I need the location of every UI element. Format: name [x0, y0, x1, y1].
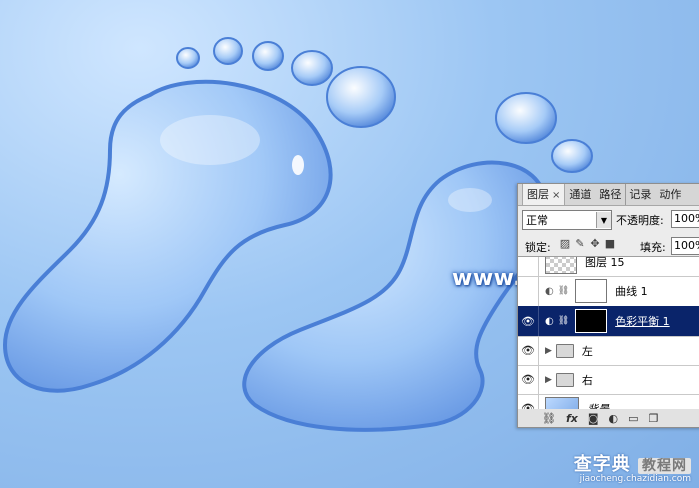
tab-actions[interactable]: 动作	[655, 184, 685, 205]
lock-transparency-icon[interactable]: ▨	[559, 237, 571, 250]
panel-bottom-toolbar: ⛓ fx ◙ ◐ ▭ ❐	[518, 409, 699, 427]
link-layers-icon[interactable]: ⛓	[542, 412, 556, 425]
fill-input[interactable]: 100%	[671, 237, 699, 255]
layer-thumbnail	[545, 257, 577, 274]
layer-row-colorbalance[interactable]: 👁 ◐ ⛓ 色彩平衡 1	[518, 306, 699, 337]
visibility-toggle[interactable]	[518, 257, 539, 276]
tab-layers[interactable]: 图层 ×	[522, 184, 566, 205]
layer-name: 色彩平衡 1	[615, 315, 670, 328]
site-tag: 教程网	[638, 458, 691, 474]
folder-icon	[555, 372, 574, 387]
visibility-toggle[interactable]: 👁	[518, 336, 539, 365]
tab-history[interactable]: 记录	[625, 184, 655, 205]
opacity-label: 不透明度:	[616, 214, 664, 227]
layer-row-image15[interactable]: 图层 15	[518, 256, 699, 277]
add-mask-icon[interactable]: ◙	[588, 412, 599, 425]
eye-icon: 👁	[521, 344, 535, 357]
new-adjustment-icon[interactable]: ◐	[609, 412, 619, 425]
new-layer-icon[interactable]: ❐	[649, 412, 659, 425]
layer-row-group-left[interactable]: 👁 ▶ 左	[518, 336, 699, 366]
opacity-input[interactable]: 100%	[671, 210, 699, 228]
folder-icon	[555, 343, 574, 358]
eye-icon: 👁	[521, 314, 535, 328]
lock-move-icon[interactable]: ✥	[589, 237, 601, 250]
close-icon[interactable]: ×	[552, 190, 560, 201]
layer-name: 左	[581, 344, 593, 358]
site-stamp: 查字典 教程网 jiaocheng.chazidian.com	[574, 450, 691, 484]
link-icon: ⛓	[557, 316, 570, 326]
layer-name: 曲线 1	[615, 285, 648, 298]
visibility-toggle[interactable]: 👁	[518, 306, 539, 336]
site-url: jiaocheng.chazidian.com	[579, 474, 691, 484]
tab-layers-label: 图层	[527, 188, 549, 201]
adjustment-icon: ◐	[545, 285, 554, 297]
tab-channels[interactable]: 通道	[565, 184, 595, 205]
visibility-toggle[interactable]	[518, 276, 539, 306]
link-icon: ⛓	[557, 286, 570, 296]
adjustment-icon: ◐	[545, 315, 554, 327]
layer-row-curves[interactable]: ◐ ⛓ 曲线 1	[518, 276, 699, 307]
layers-panel: 图层× 通道 路径 记录 动作 正常 ▼ 不透明度: 100% 锁定: ▨ ✎ …	[517, 183, 699, 428]
lock-paint-icon[interactable]: ✎	[574, 237, 586, 250]
fill-label: 填充:	[640, 241, 666, 254]
new-group-icon[interactable]: ▭	[628, 412, 638, 425]
lock-label: 锁定:	[525, 241, 551, 254]
expand-triangle-icon[interactable]: ▶	[545, 346, 552, 356]
layer-row-background[interactable]: 👁 背景	[518, 394, 699, 409]
lock-all-icon[interactable]: ■	[604, 237, 616, 250]
expand-triangle-icon[interactable]: ▶	[545, 375, 552, 385]
mask-thumbnail	[575, 279, 608, 303]
visibility-toggle[interactable]: 👁	[518, 365, 539, 394]
chevron-down-icon[interactable]: ▼	[596, 212, 611, 228]
eye-icon: 👁	[521, 373, 535, 386]
layer-name: 图层 15	[585, 256, 625, 269]
blend-mode-select[interactable]: 正常 ▼	[522, 210, 612, 230]
layers-list: 图层 15 ◐ ⛓ 曲线 1 👁 ◐ ⛓ 色彩平衡 1 👁 ▶ 左 👁 ▶ 右	[518, 256, 699, 410]
visibility-toggle[interactable]: 👁	[518, 394, 539, 409]
site-name: 查字典	[573, 454, 631, 475]
layer-row-group-right[interactable]: 👁 ▶ 右	[518, 365, 699, 395]
tab-paths[interactable]: 路径	[595, 184, 625, 205]
layer-thumbnail	[545, 396, 579, 409]
blend-mode-value: 正常	[526, 214, 548, 227]
right-toes	[495, 92, 593, 173]
lock-icons: ▨ ✎ ✥ ■	[559, 237, 616, 250]
layer-name: 右	[581, 373, 593, 387]
panel-tabs: 图层 × 通道 路径 记录 动作	[518, 184, 699, 206]
fx-icon[interactable]: fx	[566, 412, 578, 425]
mask-thumbnail	[575, 309, 608, 333]
